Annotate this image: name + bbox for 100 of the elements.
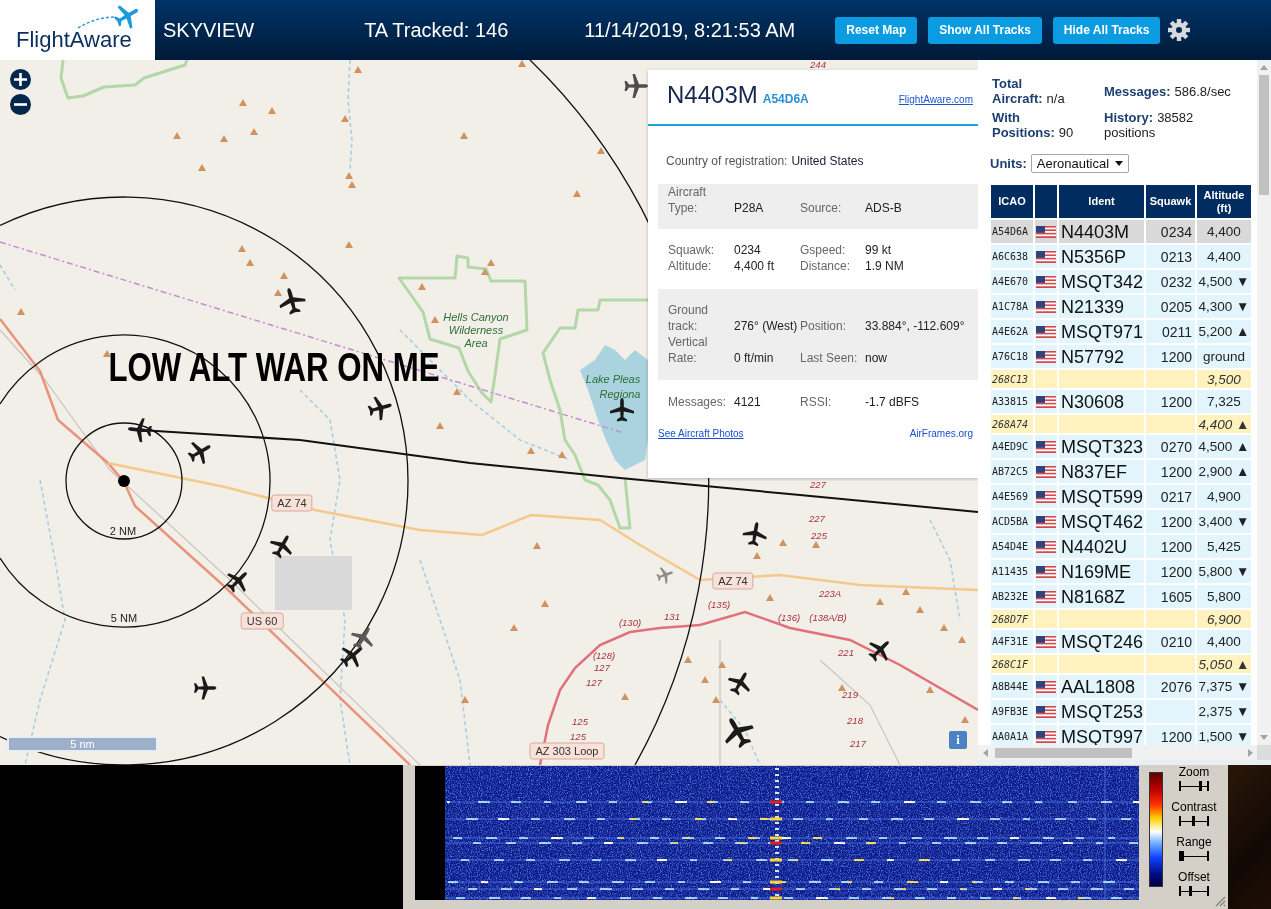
airplane-icon[interactable] (187, 442, 211, 465)
flag-icon (1036, 635, 1056, 648)
scrollbar-thumb[interactable] (1259, 75, 1269, 195)
table-cell-text: ACD5BA (991, 515, 1030, 529)
airplane-icon[interactable] (624, 74, 648, 98)
field-value: P28A (734, 200, 765, 216)
park-label: Lake Pleas (585, 372, 641, 386)
resize-grip-icon[interactable] (1215, 896, 1226, 907)
table-row[interactable]: 268A74 4,400 ▲ (991, 415, 1251, 433)
scrollbar-thumb[interactable] (995, 747, 1132, 758)
table-cell-text: 4,400 (1206, 223, 1242, 241)
exit-number-label: 127 (594, 663, 610, 673)
column-header[interactable]: Altitude (ft) (1197, 185, 1251, 218)
info-button[interactable]: i (949, 731, 967, 749)
table-row[interactable]: A54D6A N4403M 0234 4,400 (991, 220, 1251, 243)
airplane-icon[interactable] (340, 647, 362, 668)
vertical-scrollbar[interactable] (1257, 60, 1271, 745)
airplane-icon[interactable] (269, 535, 292, 559)
column-header[interactable]: ICAO (991, 185, 1033, 218)
table-row[interactable]: A4ED9C MSQT323 0270 4,500 ▲ (991, 435, 1251, 458)
exit-number-label: 221 (838, 648, 854, 658)
exit-number-label: 125 (572, 717, 588, 727)
table-row[interactable]: A76C18 N57792 1200 ground (991, 345, 1251, 368)
table-cell-text: A4E670 (991, 275, 1030, 289)
table-cell-text: 4,500 ▲ (1197, 438, 1251, 456)
slider-thumb[interactable] (1192, 816, 1196, 826)
road-shield: US 60 (240, 612, 284, 630)
table-row[interactable]: ACD5BA MSQT462 1200 3,400 ▼ (991, 510, 1251, 533)
column-header[interactable]: Ident (1059, 185, 1144, 218)
airplane-icon[interactable] (727, 672, 750, 696)
table-row[interactable]: A4F31E MSQT246 0210 4,400 (991, 630, 1251, 653)
table-cell-text: A6C638 (991, 250, 1030, 264)
flag-icon (1036, 590, 1056, 603)
field-value: 276° (West) (734, 318, 799, 334)
table-row[interactable]: A33815 N30608 1200 7,325 (991, 390, 1251, 413)
table-row[interactable]: A9FB3E MSQT253 2,375 ▼ (991, 700, 1251, 723)
table-cell-text: N8168Z (1060, 585, 1127, 608)
airplane-icon[interactable] (279, 288, 306, 315)
settings-icon[interactable] (1168, 19, 1191, 41)
table-row[interactable]: A54D4E N4402U 1200 5,425 (991, 535, 1251, 558)
table-cell-text: AA0A1A (991, 730, 1030, 744)
airplane-icon[interactable] (128, 418, 152, 443)
table-cell-text: 4,400 (1206, 633, 1242, 651)
airplane-icon[interactable] (868, 641, 889, 662)
field-label: Distance: (800, 258, 852, 274)
table-row[interactable]: 268C1F 5,050 ▲ (991, 655, 1251, 673)
stat-text: History: 38582 positions (1104, 110, 1195, 140)
field-value: 0 ft/min (734, 350, 775, 366)
table-row[interactable]: A4E569 MSQT599 0217 4,900 (991, 485, 1251, 508)
airplane-icon[interactable] (226, 572, 247, 593)
table-row[interactable]: AA0A1A MSQT997 1200 1,500 ▼ (991, 725, 1251, 745)
table-row[interactable]: AB232E N8168Z 1605 5,800 (991, 585, 1251, 608)
table-row[interactable]: AB72C5 N837EF 1200 2,900 ▲ (991, 460, 1251, 483)
slider-thumb[interactable] (1198, 781, 1202, 791)
table-row[interactable]: A6C638 N5356P 0213 4,400 (991, 245, 1251, 268)
horizontal-scrollbar[interactable] (978, 745, 1257, 760)
table-row[interactable]: 268C13 3,500 (991, 370, 1251, 388)
airframes-link[interactable]: AirFrames.org (909, 428, 973, 440)
scrollbar-corner (1257, 745, 1271, 760)
table-cell-text: 0210 (1159, 632, 1193, 652)
exit-number-label: 125 (570, 732, 586, 742)
table-row[interactable]: 268D7F 6,900 (991, 610, 1251, 628)
airplane-icon[interactable] (610, 398, 634, 422)
units-dropdown[interactable]: Aeronautical (1030, 154, 1129, 173)
table-row[interactable]: A8B44E AAL1808 2076 7,375 ▼ (991, 675, 1251, 698)
table-row[interactable]: A4E62A MSQT971 0211 5,200 ▲ (991, 320, 1251, 343)
field-label: Last Seen: (800, 350, 859, 366)
table-cell-text: 1200 (1159, 537, 1193, 557)
table-cell-text: A11435 (991, 565, 1030, 579)
table-cell-text: A54D4E (991, 540, 1030, 554)
airplane-icon[interactable] (742, 522, 767, 547)
tracked-count: TA Tracked: 146 (364, 18, 509, 42)
slider-thumb[interactable] (1180, 851, 1184, 861)
table-cell-text: 1605 (1159, 587, 1193, 607)
slider-label: Zoom (1178, 765, 1210, 779)
slider-thumb[interactable] (1189, 886, 1193, 896)
exit-number-label: (138A/B) (809, 613, 847, 623)
airplane-icon[interactable] (367, 396, 392, 421)
table-cell-text: A4E569 (991, 490, 1030, 504)
plus-icon (14, 73, 27, 86)
field-value: United States (791, 153, 864, 169)
stat-text: With Positions: 90 (992, 110, 1075, 140)
table-cell-text: N5356P (1060, 245, 1128, 268)
airplane-icon[interactable] (194, 676, 217, 700)
field-value: now (865, 350, 888, 366)
photos-link[interactable]: See Aircraft Photos (658, 428, 744, 440)
table-row[interactable]: A11435 N169ME 1200 5,800 ▼ (991, 560, 1251, 583)
table-cell-text: 1200 (1159, 462, 1193, 482)
flightaware-link[interactable]: FlightAware.com (898, 94, 973, 105)
column-header[interactable]: Squawk (1146, 185, 1195, 218)
airplane-icon[interactable] (350, 627, 373, 651)
table-cell-text: 2,375 ▼ (1197, 703, 1251, 721)
exit-number-label: 225 (811, 531, 827, 541)
table-row[interactable]: A4E670 MSQT342 0232 4,500 ▼ (991, 270, 1251, 293)
flag-icon (1036, 565, 1056, 578)
table-row[interactable]: A1C78A N21339 0205 4,300 ▼ (991, 295, 1251, 318)
table-cell-text: 0232 (1159, 272, 1193, 292)
exit-number-label: 219 (842, 690, 858, 700)
airplane-icon[interactable] (725, 718, 754, 749)
table-cell-text: A76C18 (991, 350, 1030, 364)
